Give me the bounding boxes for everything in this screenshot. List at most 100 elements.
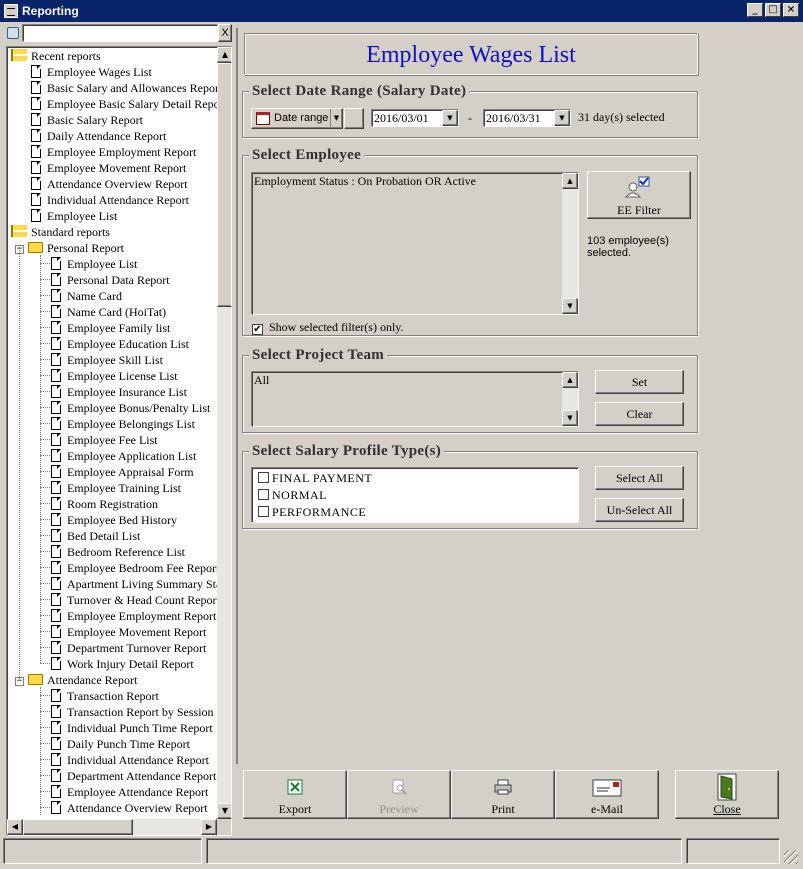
print-button[interactable]: Print	[451, 770, 555, 819]
hscroll-thumb[interactable]	[23, 819, 133, 835]
scroll-down-arrow-icon[interactable]: ▼	[562, 410, 578, 426]
tree-item-attendance-report[interactable]: Employee Attendance Report	[51, 784, 208, 800]
clear-search-button[interactable]: X	[218, 24, 232, 42]
tree-horizontal-scrollbar[interactable]: ◀ ▶	[7, 819, 217, 835]
tree-item-recent-report[interactable]: Employee Basic Salary Detail Report	[31, 96, 217, 112]
tree-item-personal-report[interactable]: Employee Family list	[51, 320, 170, 336]
scroll-right-arrow-icon[interactable]: ▶	[201, 819, 217, 835]
tree-item-recent-report[interactable]: Basic Salary Report	[31, 112, 143, 128]
date-range-extra-button[interactable]	[344, 108, 364, 129]
tree-item-attendance-report[interactable]: Individual Attendance Report	[51, 752, 209, 768]
tree-item-personal-report[interactable]: Employee Bonus/Penalty List	[51, 400, 210, 416]
tree-item-personal-report[interactable]: Personal Data Report	[51, 272, 170, 288]
tree-group-standard-reports[interactable]: Standard reports	[11, 224, 110, 240]
tree-item-personal-report[interactable]: Work Injury Detail Report	[51, 656, 194, 672]
tree-item-personal-report[interactable]: Employee Application List	[51, 448, 196, 464]
document-icon	[31, 193, 41, 206]
ee-filter-button[interactable]: EE Filter	[587, 171, 691, 219]
employee-filter-text[interactable]: Employment Status : On Probation OR Acti…	[251, 172, 579, 315]
filter-text-scrollbar[interactable]: ▲ ▼	[562, 173, 578, 314]
checkbox[interactable]	[258, 506, 269, 517]
tree-item-personal-report[interactable]: Bedroom Reference List	[51, 544, 185, 560]
tree-item-attendance-report[interactable]: Department Attendance Report	[51, 768, 216, 784]
tree-folder-attendance-report[interactable]: − Attendance Report	[15, 672, 137, 688]
tree-item-recent-report[interactable]: Employee Movement Report	[31, 160, 186, 176]
scroll-up-arrow-icon[interactable]: ▲	[562, 173, 578, 189]
scroll-left-arrow-icon[interactable]: ◀	[7, 819, 23, 835]
tree-item-personal-report[interactable]: Name Card	[51, 288, 122, 304]
scroll-down-arrow-icon[interactable]: ▼	[562, 298, 578, 314]
date-to-select[interactable]: 2016/03/31 ▼	[483, 109, 571, 127]
scroll-up-arrow-icon[interactable]: ▲	[562, 372, 578, 388]
search-input[interactable]	[22, 24, 218, 42]
tree-item-attendance-report[interactable]: Daily Punch Time Report	[51, 736, 190, 752]
scroll-thumb[interactable]	[217, 63, 231, 307]
tree-item-recent-report[interactable]: Daily Attendance Report	[31, 128, 166, 144]
tree-item-personal-report[interactable]: Apartment Living Summary Statement	[51, 576, 217, 592]
tree-item-personal-report[interactable]: Employee Movement Report	[51, 624, 206, 640]
tree-item-personal-report[interactable]: Employee Bed History	[51, 512, 177, 528]
close-window-button[interactable]: ×	[783, 3, 799, 17]
salary-profile-option[interactable]: NORMAL	[258, 487, 327, 503]
tree-item-personal-report[interactable]: Employee Belongings List	[51, 416, 195, 432]
clear-project-team-button[interactable]: Clear	[595, 402, 684, 426]
tree-item-attendance-report[interactable]: Transaction Report	[51, 688, 159, 704]
date-range-mode-button[interactable]: Date range ▼	[251, 108, 343, 129]
folder-icon	[28, 674, 43, 685]
tree-item-personal-report[interactable]: Bed Detail List	[51, 528, 140, 544]
tree-item-personal-report[interactable]: Employee Employment Report	[51, 608, 216, 624]
project-team-scrollbar[interactable]: ▲ ▼	[562, 372, 578, 426]
tree-item-label: Basic Salary and Allowances Report	[47, 81, 217, 95]
project-team-text[interactable]: All ▲ ▼	[251, 371, 579, 427]
tree-item-personal-report[interactable]: Employee Skill List	[51, 352, 163, 368]
close-button[interactable]: Close	[675, 770, 779, 819]
chevron-down-icon[interactable]: ▼	[442, 110, 458, 126]
scroll-down-arrow-icon[interactable]: ▼	[217, 803, 231, 819]
select-all-button[interactable]: Select All	[595, 466, 684, 490]
preview-button[interactable]: Preview	[347, 770, 451, 819]
tree-item-recent-report[interactable]: Employee Employment Report	[31, 144, 196, 160]
tree-item-personal-report[interactable]: Employee Training List	[51, 480, 181, 496]
show-selected-filters-checkbox[interactable]: ✔ Show selected filter(s) only.	[252, 320, 404, 335]
tree-item-recent-report[interactable]: Basic Salary and Allowances Report	[31, 80, 217, 96]
tree-item-personal-report[interactable]: Employee Fee List	[51, 432, 158, 448]
chevron-down-icon[interactable]: ▼	[554, 110, 570, 126]
tree-item-personal-report[interactable]: Employee Education List	[51, 336, 189, 352]
tree-item-personal-report[interactable]: Employee List	[51, 256, 137, 272]
date-from-select[interactable]: 2016/03/01 ▼	[371, 109, 459, 127]
maximize-button[interactable]: □	[765, 3, 781, 17]
tree-item-personal-report[interactable]: Employee Insurance List	[51, 384, 187, 400]
email-button[interactable]: e-Mail	[555, 770, 659, 819]
salary-profile-option[interactable]: PERFORMANCE	[258, 504, 366, 520]
tree-item-attendance-report[interactable]: Transaction Report by Session	[51, 704, 214, 720]
document-icon	[31, 81, 41, 94]
tree-item-attendance-report[interactable]: Individual Punch Time Report	[51, 720, 213, 736]
tree-item-personal-report[interactable]: Department Turnover Report	[51, 640, 206, 656]
checkbox[interactable]	[258, 489, 269, 500]
set-project-team-button[interactable]: Set	[595, 370, 684, 394]
tree-folder-personal-report[interactable]: − Personal Report	[15, 240, 124, 256]
chevron-down-icon[interactable]: ▼	[330, 109, 342, 128]
checkbox[interactable]	[258, 472, 269, 483]
tree-item-personal-report[interactable]: Employee Appraisal Form	[51, 464, 194, 480]
tree-group-recent-reports[interactable]: Recent reports	[11, 48, 101, 64]
export-button[interactable]: Export	[243, 770, 347, 819]
search-icon[interactable]	[7, 27, 19, 39]
tree-item-recent-report[interactable]: Attendance Overview Report	[31, 176, 188, 192]
tree-item-recent-report[interactable]: Employee List	[31, 208, 117, 224]
checkmark-icon[interactable]: ✔	[252, 324, 263, 335]
salary-profile-option[interactable]: FINAL PAYMENT	[258, 470, 372, 486]
tree-item-personal-report[interactable]: Turnover & Head Count Report	[51, 592, 217, 608]
tree-item-recent-report[interactable]: Individual Attendance Report	[31, 192, 189, 208]
tree-item-personal-report[interactable]: Room Registration	[51, 496, 158, 512]
tree-item-attendance-report[interactable]: Attendance Overview Report	[51, 800, 208, 816]
tree-item-personal-report[interactable]: Employee Bedroom Fee Report	[51, 560, 217, 576]
scroll-up-arrow-icon[interactable]: ▲	[217, 47, 231, 63]
minimize-button[interactable]: _	[747, 3, 763, 17]
unselect-all-button[interactable]: Un-Select All	[595, 498, 684, 522]
resize-grip-icon[interactable]	[784, 850, 798, 864]
tree-item-personal-report[interactable]: Employee License List	[51, 368, 178, 384]
tree-vertical-scrollbar[interactable]: ▲ ▼	[217, 47, 231, 819]
tree-item-personal-report[interactable]: Name Card (HoiTat)	[51, 304, 166, 320]
tree-item-recent-report[interactable]: Employee Wages List	[31, 64, 152, 80]
